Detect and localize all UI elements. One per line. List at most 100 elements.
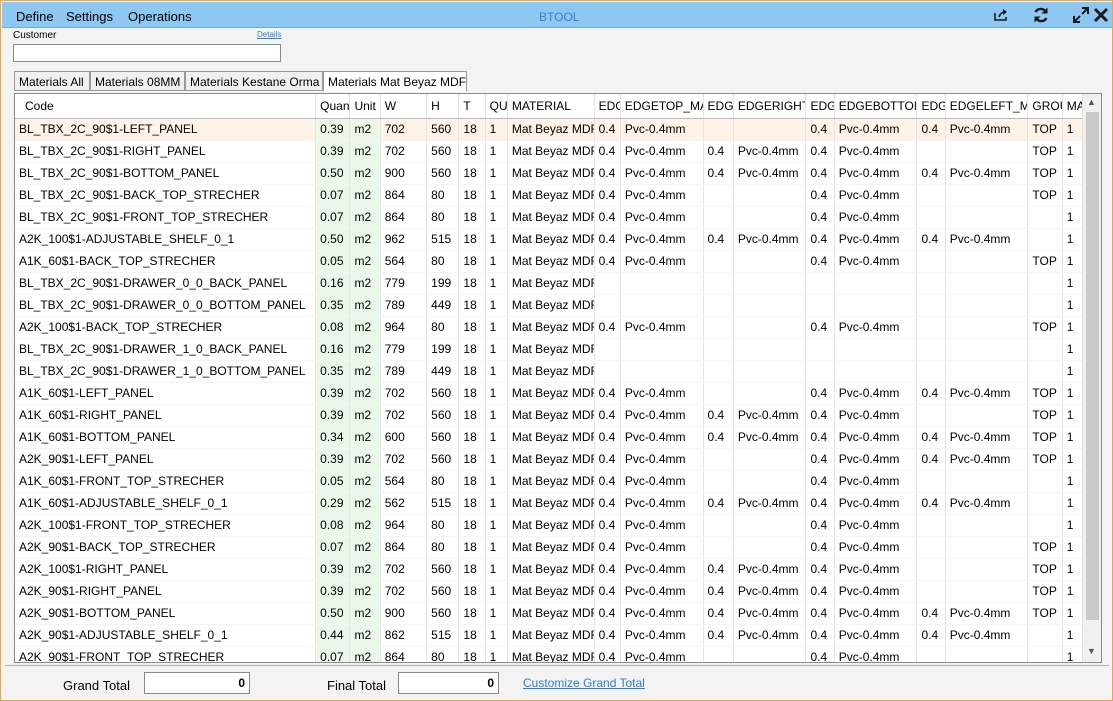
table-cell[interactable]: 0.4 <box>916 162 946 185</box>
table-cell[interactable]: A2K_100$1-ADJUSTABLE_SHELF_0_1 <box>15 228 317 251</box>
table-cell[interactable]: m2 <box>349 558 381 581</box>
table-row[interactable]: BL_TBX_2C_90$1-DRAWER_0_0_BACK_PANEL 0.16… <box>15 272 1084 295</box>
table-cell[interactable]: 449 <box>426 294 460 317</box>
scrollbar-thumb[interactable] <box>1086 112 1099 620</box>
table-cell[interactable]: 1 <box>1062 140 1084 163</box>
table-cell[interactable]: Pvc-0.4mm <box>733 602 807 625</box>
table-cell[interactable]: Pvc-0.4mm <box>620 316 704 339</box>
table-cell[interactable]: m2 <box>349 514 381 537</box>
table-cell[interactable]: A2K_90$1-FRONT_TOP_STRECHER <box>15 646 317 662</box>
table-cell[interactable]: 0.50 <box>315 602 351 625</box>
table-cell[interactable]: Pvc-0.4mm <box>620 448 704 471</box>
table-cell[interactable]: TOP <box>1027 448 1063 471</box>
table-cell[interactable]: A1K_60$1-BACK_TOP_STRECHER <box>15 250 317 273</box>
table-cell[interactable]: TOP <box>1027 558 1063 581</box>
table-cell[interactable]: 0.4 <box>805 250 835 273</box>
table-cell[interactable]: 1 <box>485 492 508 515</box>
table-cell[interactable]: TOP <box>1027 316 1063 339</box>
table-cell[interactable]: 18 <box>458 580 486 603</box>
table-row[interactable]: A2K_100$1-ADJUSTABLE_SHELF_0_1 0.50 m2 962 5… <box>15 228 1084 251</box>
table-cell[interactable]: Pvc-0.4mm <box>733 624 807 647</box>
column-header[interactable]: Unit <box>349 94 381 119</box>
column-header[interactable]: Quan <box>315 94 351 119</box>
table-cell[interactable]: 0.4 <box>594 514 621 537</box>
table-cell[interactable] <box>1027 272 1063 295</box>
table-cell[interactable] <box>733 448 807 471</box>
table-cell[interactable]: 80 <box>426 514 460 537</box>
column-header[interactable]: Code <box>15 94 317 119</box>
table-cell[interactable]: Mat Beyaz MDF <box>507 646 595 662</box>
refresh-icon[interactable] <box>1030 5 1052 25</box>
table-cell[interactable]: 0.4 <box>805 184 835 207</box>
table-cell[interactable]: Pvc-0.4mm <box>733 426 807 449</box>
table-cell[interactable]: TOP <box>1027 250 1063 273</box>
table-cell[interactable]: 779 <box>380 338 428 361</box>
table-cell[interactable]: 0.16 <box>315 272 351 295</box>
table-cell[interactable]: 1 <box>1062 338 1084 361</box>
table-cell[interactable] <box>945 360 1029 383</box>
table-cell[interactable]: 0.35 <box>315 360 351 383</box>
table-cell[interactable]: Mat Beyaz MDF <box>507 536 595 559</box>
table-cell[interactable]: m2 <box>349 602 381 625</box>
table-cell[interactable]: A2K_90$1-ADJUSTABLE_SHELF_0_1 <box>15 624 317 647</box>
table-cell[interactable] <box>620 272 704 295</box>
table-cell[interactable] <box>805 360 835 383</box>
table-cell[interactable]: 702 <box>380 118 428 141</box>
table-cell[interactable] <box>733 536 807 559</box>
table-cell[interactable]: 1 <box>485 382 508 405</box>
table-cell[interactable]: Mat Beyaz MDF <box>507 580 595 603</box>
table-cell[interactable]: Pvc-0.4mm <box>620 140 704 163</box>
table-cell[interactable]: Mat Beyaz MDF <box>507 118 595 141</box>
table-cell[interactable]: Pvc-0.4mm <box>733 580 807 603</box>
table-cell[interactable]: Pvc-0.4mm <box>620 228 704 251</box>
table-cell[interactable]: 0.39 <box>315 382 351 405</box>
table-cell[interactable]: 1 <box>485 360 508 383</box>
table-cell[interactable]: m2 <box>349 624 381 647</box>
table-cell[interactable]: 0.4 <box>594 382 621 405</box>
table-cell[interactable]: Pvc-0.4mm <box>834 184 918 207</box>
table-cell[interactable]: m2 <box>349 382 381 405</box>
table-cell[interactable]: Pvc-0.4mm <box>733 492 807 515</box>
table-cell[interactable]: 0.4 <box>594 602 621 625</box>
table-cell[interactable]: 1 <box>485 294 508 317</box>
table-cell[interactable]: 0.4 <box>594 404 621 427</box>
table-row[interactable]: BL_TBX_2C_90$1-BACK_TOP_STRECHER 0.07 m2 86… <box>15 184 1084 207</box>
table-cell[interactable]: 1 <box>485 250 508 273</box>
table-cell[interactable]: 0.4 <box>594 646 621 662</box>
table-cell[interactable]: 564 <box>380 250 428 273</box>
table-cell[interactable]: Pvc-0.4mm <box>945 602 1029 625</box>
table-cell[interactable]: TOP <box>1027 404 1063 427</box>
column-header[interactable]: EDGEBOTTOM <box>834 94 918 119</box>
table-cell[interactable] <box>594 338 621 361</box>
table-cell[interactable]: A2K_90$1-BOTTOM_PANEL <box>15 602 317 625</box>
table-cell[interactable]: Pvc-0.4mm <box>945 228 1029 251</box>
table-cell[interactable]: Pvc-0.4mm <box>834 316 918 339</box>
table-cell[interactable]: 515 <box>426 624 460 647</box>
column-header[interactable]: EDG <box>703 94 734 119</box>
expand-icon[interactable] <box>1070 5 1092 25</box>
table-cell[interactable]: 1 <box>485 162 508 185</box>
table-cell[interactable]: 1 <box>1062 624 1084 647</box>
table-row[interactable]: A2K_90$1-BACK_TOP_STRECHER 0.07 m2 864 80 18 1… <box>15 536 1084 559</box>
table-cell[interactable]: BL_TBX_2C_90$1-LEFT_PANEL <box>15 118 317 141</box>
table-cell[interactable]: 18 <box>458 118 486 141</box>
table-cell[interactable] <box>945 404 1029 427</box>
table-cell[interactable]: m2 <box>349 184 381 207</box>
table-cell[interactable]: m2 <box>349 492 381 515</box>
table-cell[interactable] <box>945 514 1029 537</box>
table-cell[interactable]: 0.4 <box>805 514 835 537</box>
table-cell[interactable] <box>703 646 734 662</box>
table-cell[interactable]: Mat Beyaz MDF <box>507 514 595 537</box>
table-cell[interactable]: 0.16 <box>315 338 351 361</box>
table-cell[interactable] <box>945 470 1029 493</box>
table-cell[interactable] <box>916 514 946 537</box>
table-cell[interactable]: A1K_60$1-LEFT_PANEL <box>15 382 317 405</box>
table-cell[interactable]: 560 <box>426 580 460 603</box>
column-header[interactable]: EDGERIGHT <box>733 94 807 119</box>
table-cell[interactable]: 0.39 <box>315 140 351 163</box>
table-cell[interactable]: 0.4 <box>916 228 946 251</box>
table-cell[interactable] <box>733 514 807 537</box>
table-cell[interactable]: Mat Beyaz MDF <box>507 624 595 647</box>
table-cell[interactable]: 0.4 <box>805 228 835 251</box>
table-cell[interactable]: Pvc-0.4mm <box>620 118 704 141</box>
